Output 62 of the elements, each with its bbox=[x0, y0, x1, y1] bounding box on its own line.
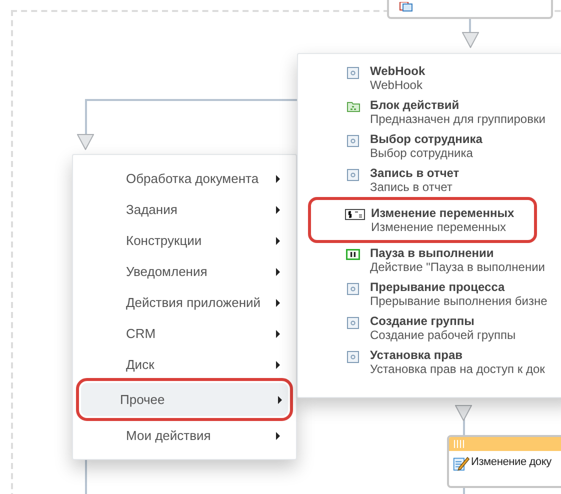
activity-description: Создание рабочей группы bbox=[370, 328, 516, 342]
submenu-arrow-icon bbox=[276, 268, 280, 276]
activity-description: Изменение переменных bbox=[371, 220, 508, 234]
activity-item[interactable]: Прерывание процесса Прерывание выполнения бизне bbox=[298, 280, 561, 308]
submenu-arrow-icon bbox=[276, 330, 280, 338]
activity-item[interactable]: Создание группы Создание рабочей группы bbox=[298, 314, 561, 342]
activity-description: WebHook bbox=[370, 78, 424, 92]
activity-item[interactable]: WebHook WebHook bbox=[298, 64, 561, 92]
activity-description: Запись в отчет bbox=[370, 180, 454, 194]
activity-icon bbox=[347, 283, 359, 295]
activity-description: Выбор сотрудника bbox=[370, 146, 474, 160]
menu-item[interactable]: Диск bbox=[79, 349, 290, 380]
block-title: Изменение доку bbox=[471, 455, 552, 468]
submenu-arrow-icon bbox=[278, 396, 282, 404]
submenu-arrow-icon bbox=[276, 206, 280, 214]
menu-item[interactable]: Мои действия bbox=[79, 420, 290, 451]
activity-item[interactable]: Блок действий Предназначен для группировки bbox=[298, 98, 561, 126]
activity-title: WebHook bbox=[370, 64, 426, 78]
workflow-block[interactable]: Изменение доку bbox=[447, 435, 561, 488]
drag-grip-icon bbox=[453, 440, 465, 448]
menu-item[interactable]: Действия приложений bbox=[79, 287, 290, 318]
submenu-arrow-icon bbox=[276, 236, 280, 244]
activity-title: Создание группы bbox=[370, 314, 476, 328]
activity-title: Запись в отчет bbox=[370, 166, 460, 180]
menu-item[interactable]: Уведомления bbox=[79, 256, 290, 287]
activity-description: Установка прав на доступ к док bbox=[370, 362, 545, 376]
activity-icon bbox=[347, 135, 359, 147]
document-copy-icon bbox=[399, 2, 413, 12]
menu-item[interactable]: Прочее bbox=[81, 383, 288, 416]
submenu-arrow-icon bbox=[276, 360, 280, 368]
menu-item[interactable]: CRM bbox=[79, 318, 290, 349]
document-edit-icon bbox=[453, 454, 470, 471]
activity-item[interactable]: Установка прав Установка прав на доступ к док bbox=[298, 348, 561, 376]
activity-description: Прерывание выполнения бизне bbox=[370, 294, 548, 308]
connector-arrow-icon bbox=[77, 134, 94, 150]
activity-item[interactable]: Выбор сотрудника Выбор сотрудника bbox=[298, 132, 561, 160]
activity-description: Предназначен для группировки bbox=[370, 112, 546, 126]
connector-arrow-icon bbox=[462, 32, 479, 48]
activity-title: Пауза в выполнении bbox=[370, 246, 495, 260]
activity-title: Установка прав bbox=[370, 348, 464, 362]
activity-item[interactable]: Пауза в выполнении Действие "Пауза в выполнении bbox=[298, 246, 561, 274]
activity-icon bbox=[347, 169, 359, 181]
activity-title: Изменение переменных bbox=[371, 206, 514, 220]
activity-title: Прерывание процесса bbox=[370, 280, 506, 294]
pause-icon bbox=[346, 249, 360, 260]
submenu-arrow-icon bbox=[276, 432, 280, 440]
folder-icon bbox=[346, 101, 360, 112]
variables-icon bbox=[345, 209, 365, 220]
activity-title: Блок действий bbox=[370, 98, 460, 112]
activity-item[interactable]: Изменение переменных Изменение переменных bbox=[311, 200, 534, 240]
menu-item[interactable]: Задания bbox=[79, 194, 290, 225]
activity-title: Выбор сотрудника bbox=[370, 132, 482, 146]
submenu-arrow-icon bbox=[276, 174, 280, 182]
activity-description: Действие "Пауза в выполнении bbox=[370, 260, 545, 274]
menu-item[interactable]: Обработка документа bbox=[79, 163, 290, 194]
activity-icon bbox=[347, 67, 359, 79]
activity-icon bbox=[347, 351, 359, 363]
submenu-arrow-icon bbox=[276, 298, 280, 306]
connector-arrow-icon bbox=[455, 405, 472, 421]
activity-icon bbox=[347, 317, 359, 329]
menu-item[interactable]: Конструкции bbox=[79, 225, 290, 256]
activity-item[interactable]: Запись в отчет Запись в отчет bbox=[298, 166, 561, 194]
